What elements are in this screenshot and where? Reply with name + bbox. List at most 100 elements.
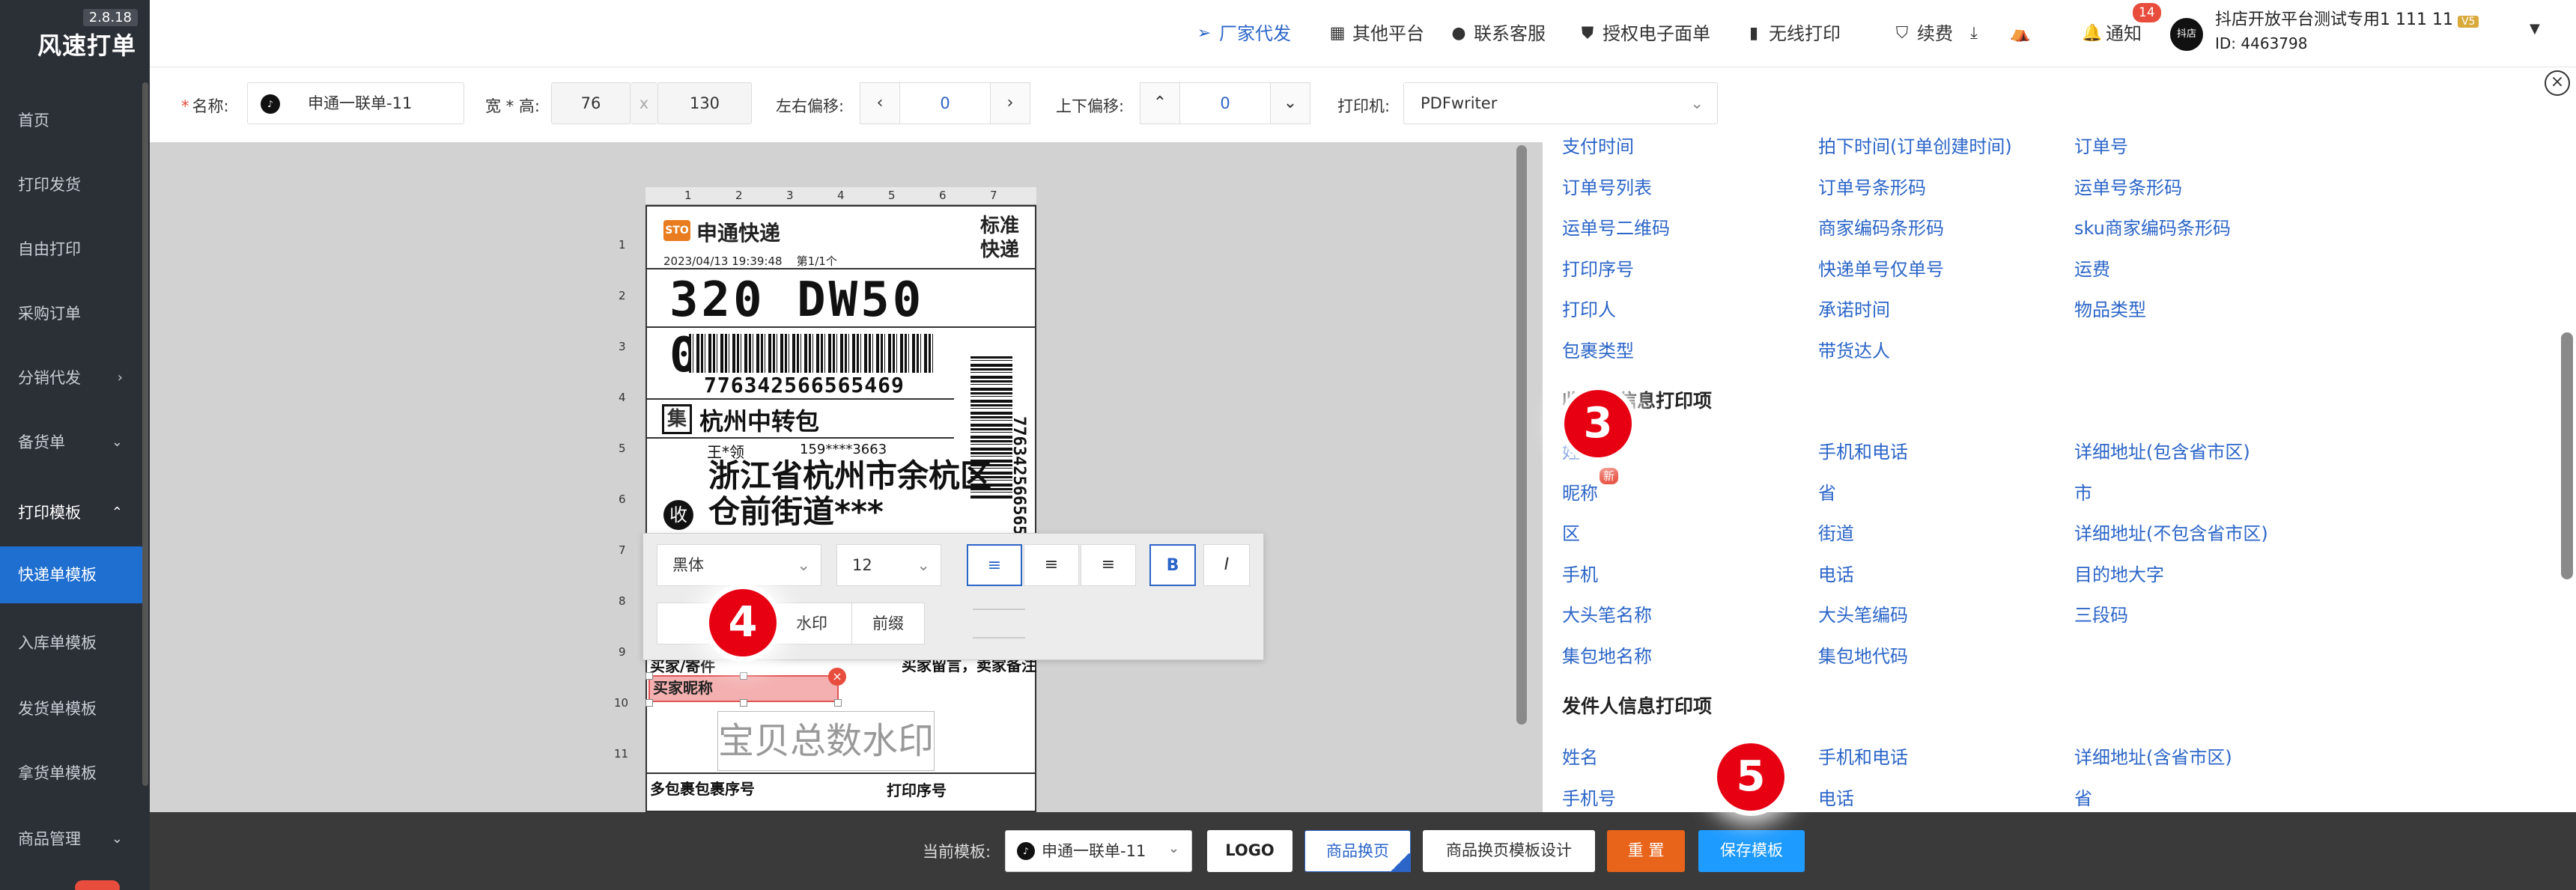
- print-item[interactable]: 街道: [1818, 519, 1854, 545]
- sidebar-scrollbar[interactable]: [142, 82, 148, 786]
- print-item[interactable]: 承诺时间: [1818, 295, 1890, 321]
- sidebar-item-distribution[interactable]: 分销代发 ›: [0, 346, 142, 410]
- print-item[interactable]: 详细地址(含省市区): [2074, 743, 2232, 769]
- receiver-address[interactable]: 浙江省杭州市余杭区仓前街道***: [708, 458, 993, 530]
- print-item[interactable]: 目的地大字: [2074, 560, 2164, 586]
- resize-handle[interactable]: [740, 699, 747, 707]
- width-input[interactable]: 76: [551, 82, 631, 124]
- font-family-select[interactable]: 黑体 ⌄: [657, 544, 821, 586]
- ud-decrease-button[interactable]: ⌄: [1270, 82, 1310, 124]
- print-item[interactable]: 三段码: [2074, 600, 2128, 627]
- lr-decrease-button[interactable]: ‹: [860, 82, 900, 124]
- barcode[interactable]: [689, 334, 936, 373]
- wireless-print-link[interactable]: ▮ 无线打印: [1745, 21, 1841, 46]
- print-item[interactable]: sku商家编码条形码: [2074, 213, 2231, 240]
- other-platform-link[interactable]: ▦ 其他平台: [1328, 21, 1424, 46]
- print-item[interactable]: 包裹类型: [1562, 336, 1634, 362]
- carrier-name[interactable]: 申通快递: [696, 217, 780, 247]
- sidebar-item-purchase[interactable]: 采购订单: [0, 281, 142, 346]
- sidebar-item-print-template[interactable]: 打印模板 ⌃: [0, 481, 142, 545]
- line-spacing-icon[interactable]: [973, 609, 1025, 638]
- canvas-scrollbar[interactable]: [1516, 145, 1527, 725]
- item-count-watermark[interactable]: 宝贝总数水印: [717, 711, 935, 771]
- resize-handle[interactable]: [740, 672, 747, 680]
- multi-package-seq[interactable]: 多包裹包裹序号: [650, 777, 755, 799]
- print-item[interactable]: 电话: [1818, 784, 1854, 810]
- print-item[interactable]: 市: [2074, 478, 2092, 505]
- resize-handle[interactable]: [645, 672, 653, 680]
- print-item[interactable]: 订单号列表: [1562, 173, 1652, 199]
- prefix-button[interactable]: 前缀: [851, 603, 925, 644]
- remove-field-icon[interactable]: ×: [828, 668, 846, 686]
- sidebar-item-stock[interactable]: 备货单 ⌄: [0, 410, 142, 475]
- align-left-button[interactable]: ≡: [967, 544, 1022, 586]
- print-item[interactable]: 运单号条形码: [2074, 173, 2182, 199]
- print-item[interactable]: 手机和电话: [1818, 437, 1908, 463]
- print-item[interactable]: 打印人: [1562, 295, 1616, 321]
- service-type[interactable]: 标准快递: [973, 214, 1026, 262]
- sidebar-item-inbound-template[interactable]: 入库单模板: [0, 611, 142, 675]
- print-time[interactable]: 2023/04/13 19:39:48 第1/1个: [663, 253, 837, 269]
- print-item[interactable]: 大头笔编码: [1818, 600, 1908, 627]
- sidebar-item-free-print[interactable]: 自由打印: [0, 217, 142, 281]
- print-item[interactable]: 手机号: [1562, 784, 1616, 810]
- print-item[interactable]: 打印序号: [1562, 254, 1634, 281]
- print-item[interactable]: 支付时间: [1562, 132, 1634, 158]
- hub-name[interactable]: 杭州中转包: [699, 403, 819, 437]
- height-input[interactable]: 130: [657, 82, 752, 124]
- print-item[interactable]: 省: [1818, 478, 1836, 505]
- print-item[interactable]: 省: [2074, 784, 2092, 810]
- caret-down-icon[interactable]: ▼: [2530, 21, 2540, 37]
- bold-button[interactable]: B: [1149, 544, 1196, 586]
- save-template-button[interactable]: 保存模板: [1698, 830, 1805, 872]
- ud-offset-input[interactable]: 0: [1180, 82, 1270, 124]
- sidebar-item-print-ship[interactable]: 打印发货: [0, 153, 142, 217]
- print-item[interactable]: 详细地址(包含省市区): [2074, 437, 2250, 463]
- logo-button[interactable]: LOGO: [1207, 830, 1292, 872]
- sidebar-item-ship-template[interactable]: 发货单模板: [0, 677, 142, 741]
- print-seq[interactable]: 打印序号: [887, 778, 947, 800]
- panel-scrollbar[interactable]: [2561, 332, 2573, 579]
- print-item[interactable]: 详细地址(不包含省市区): [2074, 519, 2268, 545]
- print-item[interactable]: 集包地名称: [1562, 641, 1652, 668]
- download-button[interactable]: ⤓: [1965, 21, 1983, 46]
- vendor-dropship-link[interactable]: ➢ 厂家代发: [1195, 21, 1291, 46]
- italic-button[interactable]: I: [1203, 544, 1250, 586]
- print-item[interactable]: 集包地代码: [1818, 641, 1908, 668]
- print-item[interactable]: 区: [1562, 519, 1580, 545]
- font-size-select[interactable]: 12 ⌄: [836, 544, 941, 586]
- print-item[interactable]: 运费: [2074, 254, 2110, 281]
- print-item[interactable]: 商家编码条形码: [1818, 213, 1944, 240]
- print-item[interactable]: 物品类型: [2074, 295, 2146, 321]
- sidebar-item-home[interactable]: 首页: [0, 88, 142, 153]
- align-right-button[interactable]: ≡: [1081, 544, 1136, 586]
- sidebar-item-express-template[interactable]: 快递单模板: [0, 546, 142, 603]
- tracking-number[interactable]: 776342566565469: [704, 373, 905, 397]
- close-icon[interactable]: ×: [2545, 70, 2570, 96]
- ud-increase-button[interactable]: ⌃: [1140, 82, 1180, 124]
- print-item[interactable]: 订单号: [2074, 132, 2128, 158]
- align-center-button[interactable]: ≡: [1024, 544, 1079, 586]
- receiver-phone[interactable]: 159****3663: [800, 442, 887, 457]
- lr-offset-input[interactable]: 0: [900, 82, 990, 124]
- resize-handle[interactable]: [645, 699, 653, 707]
- sidebar-item-goods[interactable]: 商品管理 ⌄: [0, 807, 142, 871]
- print-item[interactable]: 电话: [1818, 560, 1854, 586]
- renew-link[interactable]: ⛉ 续费: [1893, 21, 1953, 46]
- goods-swap-design-button[interactable]: 商品换页模板设计: [1423, 830, 1595, 872]
- print-item[interactable]: 运单号二维码: [1562, 213, 1670, 240]
- print-item[interactable]: 姓名: [1562, 743, 1598, 769]
- print-item[interactable]: 快递单号仅单号: [1818, 254, 1944, 281]
- lr-increase-button[interactable]: ›: [990, 82, 1030, 124]
- notify-link[interactable]: 🔔 通知: [2082, 21, 2142, 46]
- contact-support-link[interactable]: ● 联系客服: [1450, 21, 1546, 46]
- print-item[interactable]: 订单号条形码: [1818, 173, 1926, 199]
- avatar[interactable]: 抖店: [2170, 18, 2203, 51]
- print-item[interactable]: 拍下时间(订单创建时间): [1818, 132, 2012, 158]
- printer-select[interactable]: PDFwriter ⌄: [1403, 82, 1718, 124]
- reset-button[interactable]: 重 置: [1607, 830, 1685, 872]
- shirt-button[interactable]: ⛺: [2010, 21, 2030, 46]
- print-item[interactable]: 带货达人: [1818, 336, 1890, 362]
- print-item[interactable]: 大头笔名称: [1562, 600, 1652, 627]
- print-item[interactable]: 手机和电话: [1818, 743, 1908, 769]
